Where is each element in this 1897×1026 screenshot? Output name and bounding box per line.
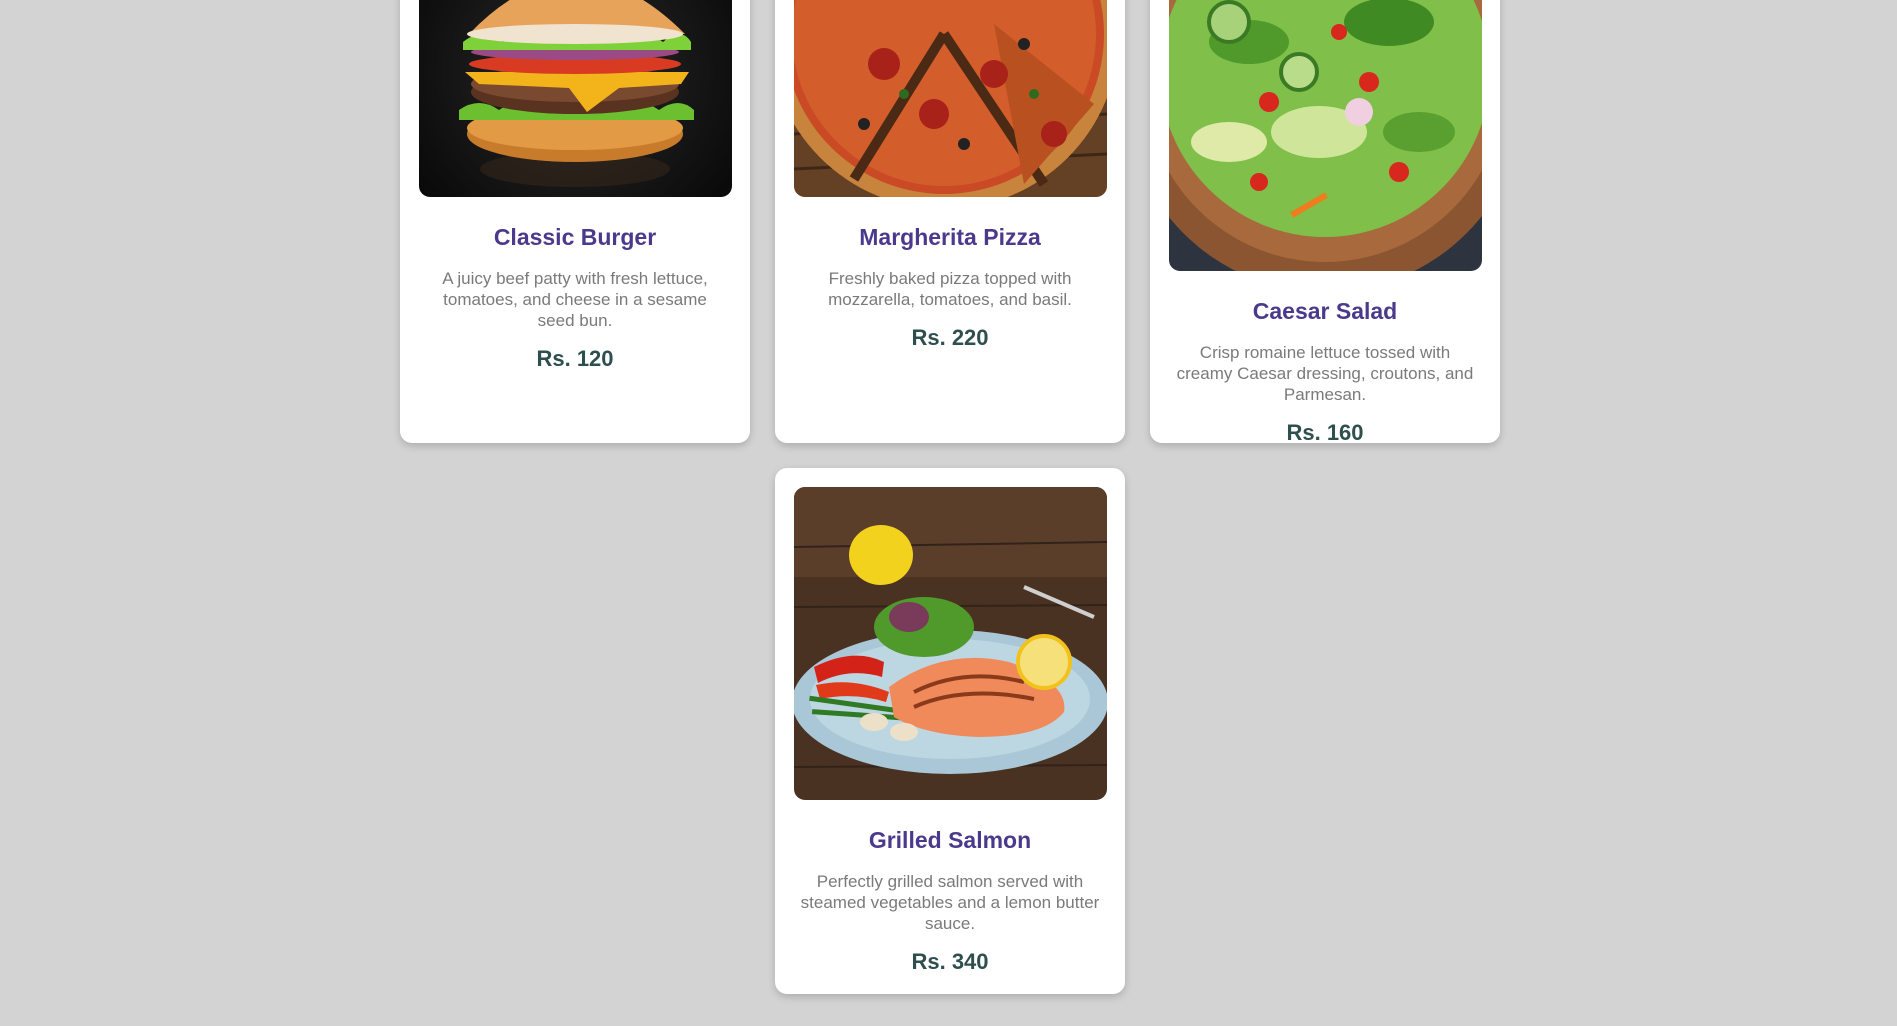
item-title: Caesar Salad bbox=[1252, 298, 1398, 324]
item-price: Rs. 220 bbox=[911, 325, 989, 350]
item-description: Crisp romaine lettuce tossed with creamy… bbox=[1176, 343, 1474, 404]
menu-card-salmon[interactable]: Grilled Salmon Perfectly grilled salmon … bbox=[775, 468, 1125, 994]
salad-image bbox=[1168, 0, 1482, 271]
menu-card-pizza[interactable]: Margherita Pizza Freshly baked pizza top… bbox=[775, 0, 1125, 443]
burger-image bbox=[418, 0, 732, 197]
item-description: A juicy beef patty with fresh lettuce, t… bbox=[442, 269, 708, 330]
item-title: Classic Burger bbox=[493, 224, 657, 250]
pizza-image bbox=[793, 0, 1107, 197]
item-title: Grilled Salmon bbox=[868, 827, 1032, 853]
item-price: Rs. 120 bbox=[536, 346, 614, 371]
item-title: Margherita Pizza bbox=[859, 224, 1041, 250]
menu-card-burger[interactable]: Classic Burger A juicy beef patty with f… bbox=[400, 0, 750, 443]
item-description: Freshly baked pizza topped with mozzarel… bbox=[828, 269, 1072, 309]
menu-card-salad[interactable]: Caesar Salad Crisp romaine lettuce tosse… bbox=[1150, 0, 1500, 443]
item-price: Rs. 160 bbox=[1286, 420, 1364, 443]
item-price: Rs. 340 bbox=[911, 949, 989, 974]
salmon-image bbox=[793, 487, 1107, 800]
item-description: Perfectly grilled salmon served with ste… bbox=[800, 872, 1100, 933]
